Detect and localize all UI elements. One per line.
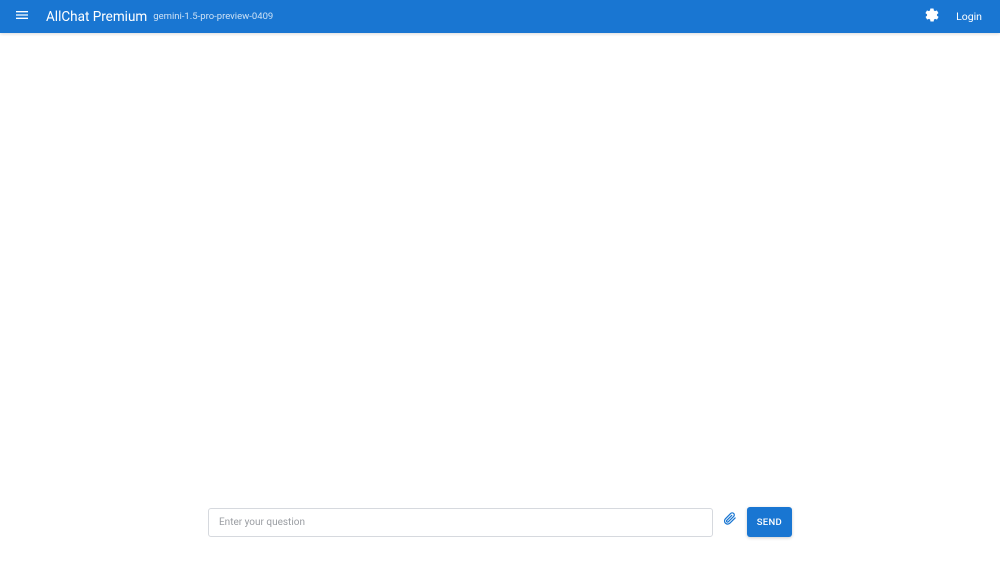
messages-pane (0, 33, 1000, 563)
settings-icon (924, 7, 940, 27)
attach-button[interactable] (721, 511, 739, 529)
menu-button[interactable] (10, 5, 34, 29)
send-button[interactable]: SEND (747, 507, 792, 537)
menu-icon (14, 7, 30, 27)
chat-area: SEND (0, 33, 1000, 563)
model-name: gemini-1.5-pro-preview-0409 (153, 11, 273, 22)
login-button[interactable]: Login (948, 6, 990, 27)
question-input[interactable] (208, 508, 713, 537)
paperclip-icon (722, 511, 737, 530)
settings-button[interactable] (920, 5, 944, 29)
composer-row: SEND (208, 507, 792, 537)
app-title: AllChat Premium (46, 9, 147, 25)
app-header: AllChat Premium gemini-1.5-pro-preview-0… (0, 0, 1000, 33)
